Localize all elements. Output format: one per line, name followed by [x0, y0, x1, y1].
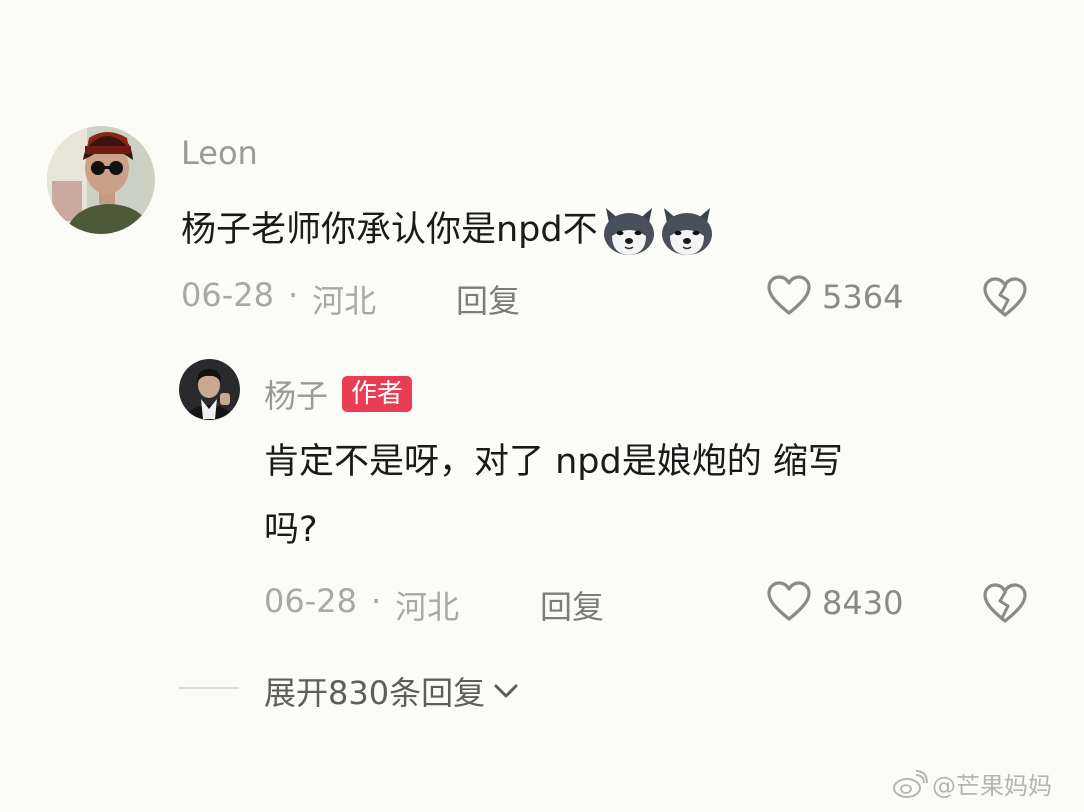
comment-text: 杨子老师你承认你是npd不	[181, 209, 598, 250]
reply-text-line2: 吗?	[264, 510, 318, 550]
weibo-logo-icon	[892, 769, 928, 799]
heart-icon	[766, 274, 812, 320]
chevron-down-icon	[493, 682, 519, 700]
comment-date: 06-28	[181, 276, 274, 314]
reply-button[interactable]: 回复	[540, 582, 604, 628]
broken-heart-icon	[982, 583, 1028, 628]
comment-text-row: 杨子老师你承认你是npd不	[181, 202, 716, 258]
like-count: 8430	[822, 584, 904, 622]
comment-meta: 06-28 · 河北	[181, 276, 376, 322]
broken-heart-icon	[982, 277, 1028, 322]
reply-text-line1: 肯定不是呀，对了 npd是娘炮的 缩写	[264, 442, 843, 482]
author-name-row: 杨子 作者	[264, 371, 413, 417]
commenter-username[interactable]: Leon	[181, 134, 258, 172]
expand-divider	[179, 687, 239, 689]
commenter-avatar[interactable]	[47, 126, 155, 234]
meta-separator: ·	[370, 582, 382, 620]
meta-separator: ·	[287, 276, 299, 314]
weibo-watermark: @芒果妈妈	[892, 766, 1052, 801]
reply-button[interactable]: 回复	[456, 276, 520, 322]
dislike-button[interactable]	[982, 276, 1028, 322]
like-count: 5364	[822, 278, 904, 316]
reply-date: 06-28	[264, 582, 357, 620]
husky-dog-emoji	[658, 202, 716, 258]
reply-meta: 06-28 · 河北	[264, 582, 459, 628]
expand-replies-label: 展开830条回复	[264, 674, 486, 712]
husky-dog-emoji	[600, 202, 658, 258]
expand-replies-button[interactable]: 展开830条回复	[264, 668, 519, 714]
reply-location: 河北	[395, 588, 460, 626]
reply-dislike-button[interactable]	[982, 582, 1028, 628]
author-badge: 作者	[342, 376, 413, 412]
watermark-text: @芒果妈妈	[932, 772, 1052, 800]
comment-location: 河北	[312, 282, 377, 320]
reply-like-button[interactable]: 8430	[766, 580, 903, 626]
like-button[interactable]: 5364	[766, 274, 903, 320]
author-avatar[interactable]	[179, 359, 240, 420]
heart-icon	[766, 580, 812, 626]
author-username[interactable]: 杨子	[264, 371, 328, 417]
